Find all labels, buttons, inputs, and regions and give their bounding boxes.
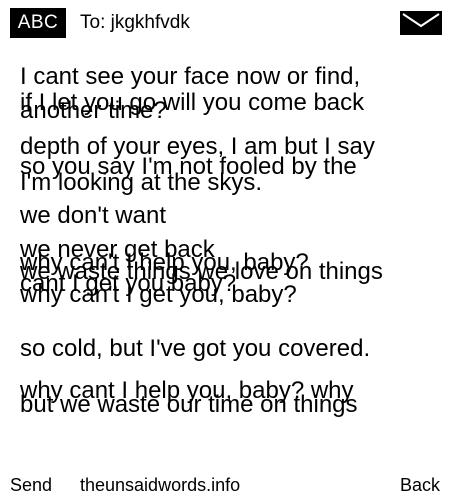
lyric-line: why can't I get you, baby? xyxy=(20,281,297,308)
lyric-line: if I let you go will you come back xyxy=(20,89,365,116)
lyric-line: we don't want xyxy=(20,202,167,229)
app-logo: ABC xyxy=(10,8,66,38)
back-button[interactable]: Back xyxy=(400,474,440,496)
lyric-line: I cant see your face now or find, xyxy=(20,63,361,90)
lyric-line: so cold, but I've got you covered. xyxy=(20,335,371,362)
send-button[interactable]: Send xyxy=(10,474,52,496)
lyric-line: I'm looking at the skys. xyxy=(20,169,263,196)
lyric-line: but we waste our time on things xyxy=(20,391,358,418)
recipient-field: To: jkgkhfvdk xyxy=(80,12,190,33)
envelope-icon[interactable] xyxy=(400,11,442,35)
site-link[interactable]: theunsaidwords.info xyxy=(80,474,240,496)
